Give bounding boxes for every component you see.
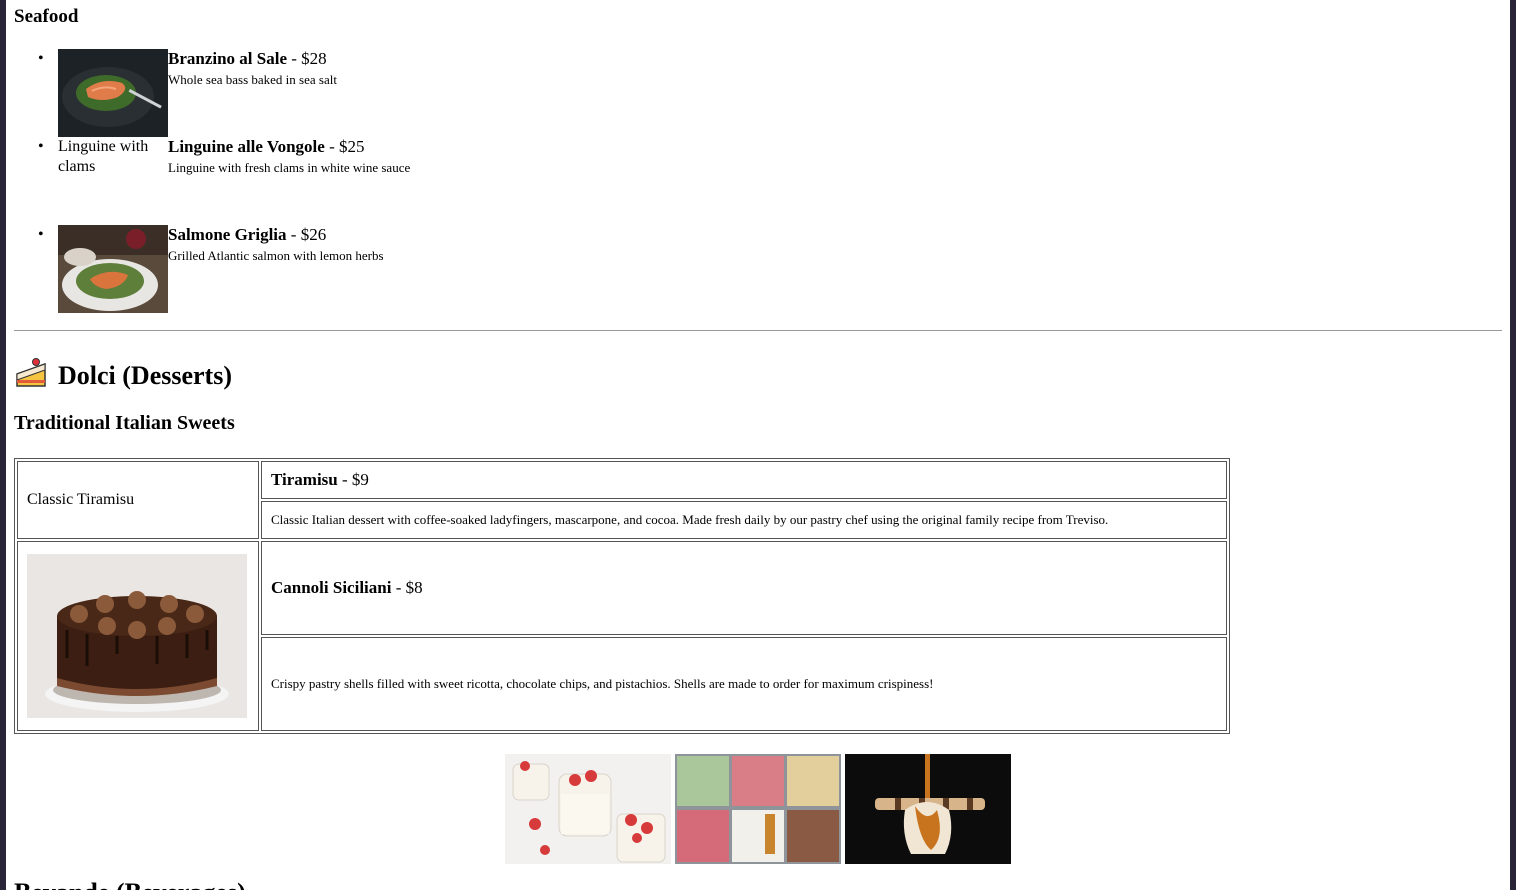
menu-item-text: Branzino al Sale - $28 Whole sea bass ba… [168, 49, 337, 91]
bullet: • [38, 50, 44, 67]
dessert-name: Tiramisu [271, 470, 338, 489]
gelato-tubs-photo [675, 754, 841, 864]
item-name: Branzino al Sale [168, 49, 288, 68]
cake-icon [14, 356, 48, 395]
list-item: • Branzino al Sale - $28 Whole sea bass … [14, 49, 614, 137]
bullet: • [38, 138, 44, 155]
list-item: • Linguine with clams Linguine alle Vong… [14, 137, 614, 225]
table-row: Cannoli Siciliani - $8 [17, 541, 1227, 731]
dessert-gallery [505, 754, 1011, 864]
item-price: - $28 [287, 49, 327, 68]
dessert-table: Classic Tiramisu Tiramisu - $9 Classic I… [14, 458, 1230, 734]
section-subtitle: Traditional Italian Sweets [14, 412, 235, 434]
dessert-image-cell: Classic Tiramisu [17, 461, 259, 539]
dessert-desc-cell: Crispy pastry shells filled with sweet r… [261, 637, 1227, 731]
image-alt-text: Linguine with clams [58, 138, 149, 175]
dessert-description: Classic Italian dessert with coffee-soak… [271, 512, 1109, 527]
item-description: Grilled Atlantic salmon with lemon herbs [168, 248, 384, 263]
next-section-heading: Bevande (Beverages) [14, 878, 246, 890]
dessert-image-cell [17, 541, 259, 731]
dessert-title-cell: Cannoli Siciliani - $8 [261, 541, 1227, 635]
dessert-description: Crispy pastry shells filled with sweet r… [271, 676, 934, 691]
dessert-title-cell: Tiramisu - $9 [261, 461, 1227, 499]
dessert-name: Cannoli Siciliani [271, 578, 392, 597]
salmon-plate-photo [58, 49, 168, 137]
dessert-price: - $9 [337, 470, 369, 489]
item-description: Whole sea bass baked in sea salt [168, 72, 337, 87]
menu-item-text: Salmone Griglia - $26 Grilled Atlantic s… [168, 225, 384, 267]
item-name: Salmone Griglia [168, 225, 287, 244]
image-alt-text: Classic Tiramisu [27, 491, 135, 508]
chocolate-cake-photo [27, 554, 247, 718]
seafood-heading: Seafood [14, 6, 79, 27]
list-item: • Salmone Griglia - $26 Grilled Atlantic [14, 225, 614, 313]
dessert-price: - $8 [391, 578, 423, 597]
section-divider [14, 330, 1502, 331]
item-price: - $25 [324, 137, 365, 156]
caramel-dessert-photo [845, 754, 1011, 864]
item-name: Linguine alle Vongole [168, 137, 325, 156]
grilled-salmon-photo [58, 225, 168, 313]
item-price: - $26 [286, 225, 327, 244]
page-title: Dolci (Desserts) [58, 360, 232, 390]
seafood-list: • Branzino al Sale - $28 Whole sea bass … [14, 49, 614, 313]
bullet: • [38, 226, 44, 243]
broken-image-icon: Linguine with clams [58, 137, 168, 177]
table-row: Classic Tiramisu Tiramisu - $9 [17, 461, 1227, 539]
menu-page: Seafood • Branzino al Sale - $28 Whole s… [6, 0, 1510, 890]
panna-cotta-photo [505, 754, 671, 864]
dessert-desc-cell: Classic Italian dessert with coffee-soak… [261, 501, 1227, 539]
menu-item-text: Linguine alle Vongole - $25 Linguine wit… [168, 137, 410, 179]
broken-image-icon: Classic Tiramisu [27, 491, 134, 508]
dolci-heading: Dolci (Desserts) [14, 356, 232, 395]
item-description: Linguine with fresh clams in white wine … [168, 160, 411, 175]
